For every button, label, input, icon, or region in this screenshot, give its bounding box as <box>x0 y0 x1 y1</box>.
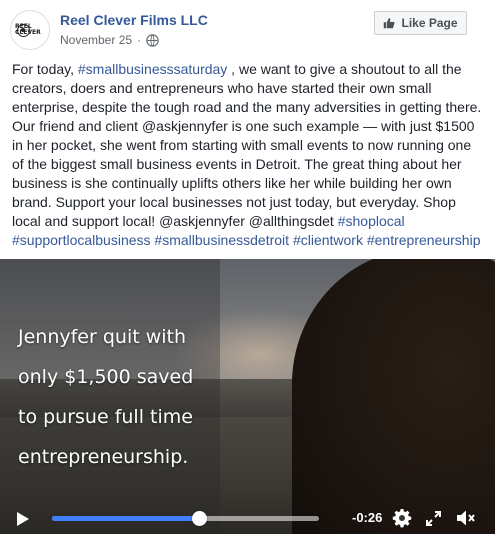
avatar-logo-text: REEL CLEVER <box>15 23 41 36</box>
caption-line: to pursue full time <box>18 406 193 428</box>
caption-line: entrepreneurship. <box>18 446 189 468</box>
progress-handle[interactable] <box>191 511 207 526</box>
hashtag-link[interactable]: #entrepreneurship <box>367 232 481 248</box>
hashtag-link[interactable]: #shoplocal <box>338 213 405 229</box>
hashtag-link[interactable]: #smallbusinesssaturday <box>78 61 227 77</box>
post-date[interactable]: November 25 <box>60 33 132 47</box>
like-page-label: Like Page <box>401 16 458 30</box>
video-caption: Jennyfer quit with only $1,500 saved to … <box>18 317 218 477</box>
post-text-part: , we want to give a shoutout to all the … <box>12 61 482 229</box>
avatar[interactable]: REEL CLEVER <box>10 10 50 50</box>
post-meta: November 25 · <box>60 33 159 47</box>
hashtag-link[interactable]: #clientwork <box>293 232 363 248</box>
settings-icon[interactable] <box>392 508 412 528</box>
play-icon[interactable] <box>16 511 30 527</box>
time-remaining: -0:26 <box>352 510 383 525</box>
volume-icon[interactable] <box>456 509 476 527</box>
video-player[interactable]: Jennyfer quit with only $1,500 saved to … <box>0 259 495 534</box>
like-page-button[interactable]: Like Page <box>374 11 467 35</box>
caption-line: Jennyfer quit with <box>18 326 187 348</box>
caption-line: only $1,500 saved <box>18 366 194 388</box>
globe-icon <box>146 33 159 47</box>
progress-fill <box>52 516 199 521</box>
post-text-part: For today, <box>12 61 78 77</box>
hashtag-link[interactable]: #supportlocalbusiness <box>12 232 151 248</box>
hashtag-link[interactable]: #smallbusinessdetroit <box>154 232 289 248</box>
progress-bar[interactable] <box>52 511 319 526</box>
post-message: For today, #smallbusinesssaturday , we w… <box>12 60 484 250</box>
fullscreen-icon[interactable] <box>426 511 441 526</box>
post-header: REEL CLEVER Reel Clever Films LLC Novemb… <box>0 0 495 56</box>
page-name-link[interactable]: Reel Clever Films LLC <box>60 12 208 28</box>
video-frame-silhouette <box>292 259 495 534</box>
video-controls: -0:26 <box>0 502 495 534</box>
meta-separator: · <box>137 33 142 47</box>
thumbs-up-icon <box>384 18 395 29</box>
